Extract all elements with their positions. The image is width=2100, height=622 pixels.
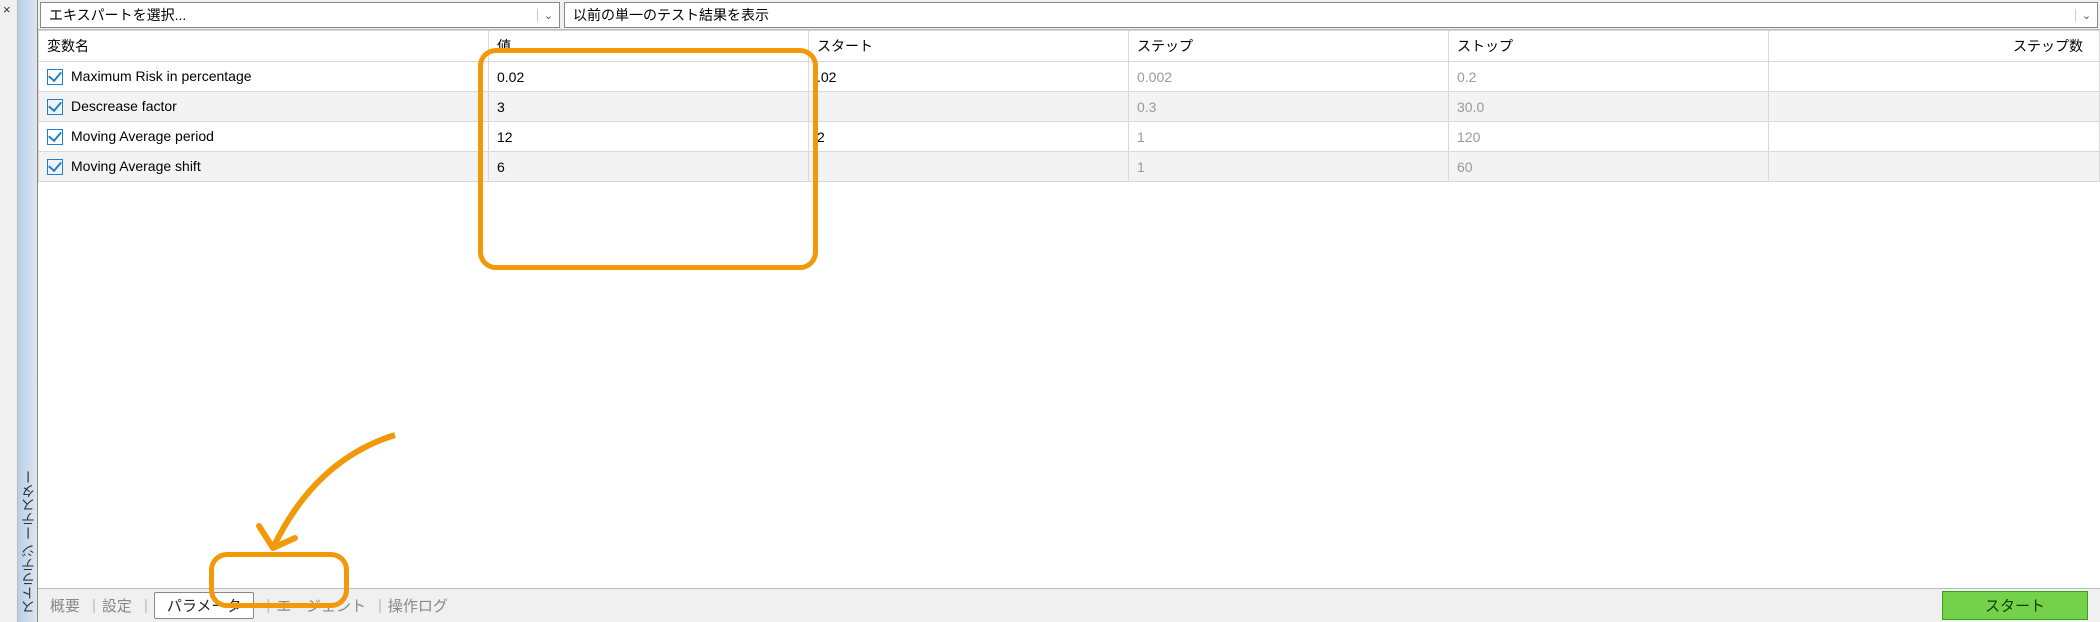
col-header-start[interactable]: スタート: [809, 31, 1129, 62]
separator: |: [266, 597, 270, 614]
cell-steps[interactable]: [1769, 62, 2100, 92]
cell-stop[interactable]: 0.2: [1449, 62, 1769, 92]
tab-agents[interactable]: エージェント: [276, 595, 366, 616]
param-name: Maximum Risk in percentage: [71, 68, 252, 84]
param-name: Moving Average period: [71, 128, 214, 144]
col-header-step[interactable]: ステップ: [1129, 31, 1449, 62]
parameters-table-wrap: 変数名 値 スタート ステップ ストップ ステップ数 Maximum Risk …: [38, 30, 2100, 588]
tab-settings[interactable]: 設定: [102, 595, 132, 616]
previous-results-text: 以前の単一のテスト結果を表示: [565, 5, 2075, 25]
cell-name[interactable]: Maximum Risk in percentage: [39, 62, 489, 92]
checkbox-icon[interactable]: [47, 129, 63, 145]
cell-start[interactable]: [809, 152, 1129, 182]
checkbox-icon[interactable]: [47, 69, 63, 85]
cell-steps[interactable]: [1769, 92, 2100, 122]
top-toolbar: エキスパートを選択... ⌄ 以前の単一のテスト結果を表示 ⌄: [38, 0, 2100, 30]
col-header-stop[interactable]: ストップ: [1449, 31, 1769, 62]
param-name: Descrease factor: [71, 98, 177, 114]
col-header-name[interactable]: 変数名: [39, 31, 489, 62]
table-row[interactable]: Descrease factor 3 0.330.0: [39, 92, 2100, 122]
cell-start[interactable]: .02: [809, 62, 1129, 92]
previous-results-dropdown[interactable]: 以前の単一のテスト結果を表示 ⌄: [564, 2, 2098, 28]
cell-value[interactable]: 0.02: [489, 62, 809, 92]
expert-select-dropdown[interactable]: エキスパートを選択... ⌄: [40, 2, 560, 28]
separator: |: [144, 597, 148, 614]
panel-title-text: ストラテジ ーテスター: [18, 470, 38, 614]
table-row[interactable]: Moving Average shift 6 160: [39, 152, 2100, 182]
separator: |: [92, 597, 96, 614]
cell-step[interactable]: 1: [1129, 122, 1449, 152]
table-row[interactable]: Maximum Risk in percentage 0.02.020.0020.…: [39, 62, 2100, 92]
tab-log[interactable]: 操作ログ: [388, 595, 448, 616]
cell-start[interactable]: 2: [809, 122, 1129, 152]
cell-step[interactable]: 0.002: [1129, 62, 1449, 92]
start-button[interactable]: スタート: [1942, 591, 2088, 620]
cell-stop[interactable]: 30.0: [1449, 92, 1769, 122]
chevron-down-icon: ⌄: [2075, 9, 2097, 22]
cell-start[interactable]: [809, 92, 1129, 122]
tab-overview[interactable]: 概要: [50, 595, 80, 616]
table-row[interactable]: Moving Average period 1221120: [39, 122, 2100, 152]
cell-name[interactable]: Moving Average period: [39, 122, 489, 152]
close-icon[interactable]: ×: [3, 2, 11, 17]
parameters-table: 変数名 値 スタート ステップ ストップ ステップ数 Maximum Risk …: [38, 30, 2100, 182]
cell-name[interactable]: Moving Average shift: [39, 152, 489, 182]
cell-value[interactable]: 12: [489, 122, 809, 152]
panel-close-column: ×: [0, 0, 18, 622]
cell-stop[interactable]: 120: [1449, 122, 1769, 152]
cell-value[interactable]: 6: [489, 152, 809, 182]
checkbox-icon[interactable]: [47, 159, 63, 175]
separator: |: [378, 597, 382, 614]
cell-steps[interactable]: [1769, 152, 2100, 182]
bottom-tab-bar: 概要 | 設定 | パラメータ | エージェント | 操作ログ スタート: [38, 588, 2100, 622]
cell-name[interactable]: Descrease factor: [39, 92, 489, 122]
cell-step[interactable]: 1: [1129, 152, 1449, 182]
chevron-down-icon: ⌄: [537, 9, 559, 22]
tab-parameters[interactable]: パラメータ: [154, 592, 255, 619]
cell-steps[interactable]: [1769, 122, 2100, 152]
checkbox-icon[interactable]: [47, 99, 63, 115]
col-header-value[interactable]: 値: [489, 31, 809, 62]
col-header-steps[interactable]: ステップ数: [1769, 31, 2100, 62]
expert-select-text: エキスパートを選択...: [41, 5, 537, 25]
cell-step[interactable]: 0.3: [1129, 92, 1449, 122]
cell-stop[interactable]: 60: [1449, 152, 1769, 182]
cell-value[interactable]: 3: [489, 92, 809, 122]
param-name: Moving Average shift: [71, 158, 201, 174]
panel-title-sidebar: ストラテジ ーテスター: [18, 0, 38, 622]
